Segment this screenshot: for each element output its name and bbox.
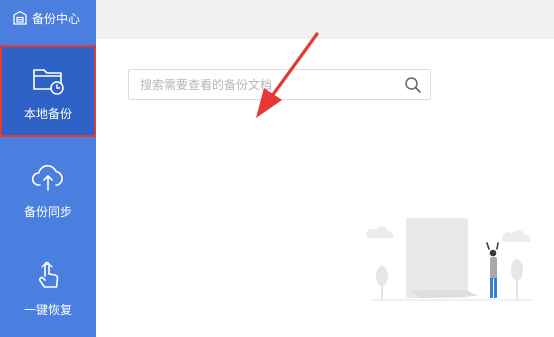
brand: 备份中心 bbox=[0, 0, 96, 36]
sidebar-item-label: 备份同步 bbox=[23, 204, 72, 219]
sidebar-item-backup-sync[interactable]: 备份同步 bbox=[0, 143, 96, 235]
cloud-icon bbox=[502, 230, 531, 242]
sidebar-item-label: 本地备份 bbox=[23, 106, 72, 121]
brand-label: 备份中心 bbox=[32, 11, 81, 26]
cloud-upload-icon bbox=[31, 164, 63, 191]
sidebar-item-one-click-restore[interactable]: 一键恢复 bbox=[0, 241, 96, 333]
document-icon bbox=[406, 218, 478, 298]
person-icon bbox=[486, 242, 499, 298]
tree-icon bbox=[376, 266, 388, 300]
empty-state-illustration bbox=[366, 218, 532, 301]
sidebar-item-label: 一键恢复 bbox=[23, 302, 72, 317]
hand-pointer-icon bbox=[38, 261, 59, 288]
search-icon[interactable] bbox=[404, 76, 422, 94]
sidebar-item-local-backup[interactable]: 本地备份 bbox=[0, 45, 96, 137]
backup-center-icon bbox=[13, 10, 27, 25]
folder-clock-icon bbox=[33, 68, 64, 95]
tree-icon bbox=[511, 259, 523, 300]
top-bar bbox=[96, 0, 554, 39]
cloud-icon bbox=[366, 226, 394, 238]
sidebar: 备份中心 本地备份 备份同步 一键恢复 bbox=[0, 0, 96, 337]
annotation-arrow bbox=[256, 32, 319, 118]
